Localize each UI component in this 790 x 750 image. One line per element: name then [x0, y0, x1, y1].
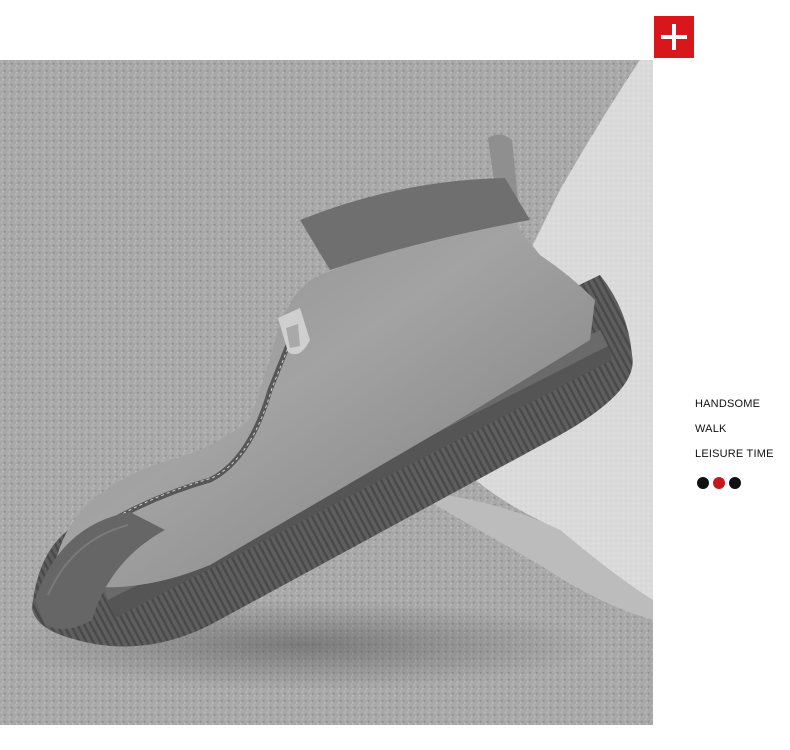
color-swatch-black-2[interactable] — [729, 477, 741, 489]
color-swatch-black[interactable] — [697, 477, 709, 489]
color-swatches — [697, 477, 741, 489]
tagline-handsome: HANDSOME — [695, 398, 761, 410]
tagline-walk: WALK — [695, 423, 727, 435]
product-photo — [0, 60, 653, 725]
shoe-illustration — [0, 60, 653, 725]
tagline-leisure-time: LEISURE TIME — [695, 448, 774, 460]
plus-badge-icon[interactable] — [654, 16, 694, 58]
color-swatch-red[interactable] — [713, 477, 725, 489]
